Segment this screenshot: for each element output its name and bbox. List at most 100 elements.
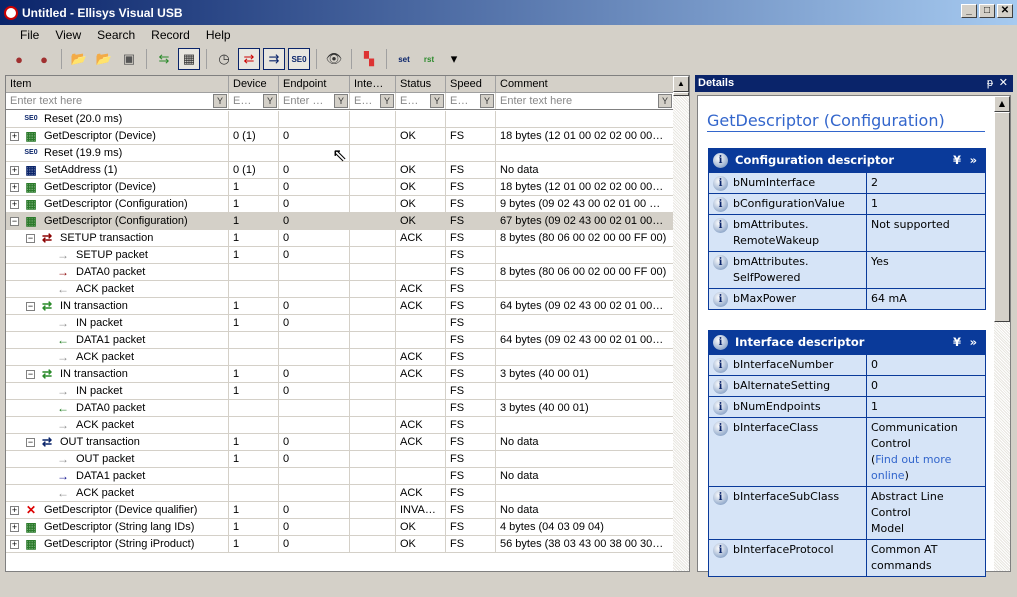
table-row[interactable]: − ▦ GetDescriptor (Configuration) 1 0 OK FS 67 …: [6, 213, 674, 230]
info-icon[interactable]: i: [713, 197, 728, 212]
set-button[interactable]: set: [393, 48, 415, 70]
table-row[interactable]: → DATA0 packet FS 8 bytes (80 06 00 02 00 0…: [6, 264, 674, 281]
table-row[interactable]: − ⇄ OUT transaction 1 0 ACK FS No data: [6, 434, 674, 451]
info-icon[interactable]: i: [713, 292, 728, 307]
back-forward-button[interactable]: ⇆: [153, 48, 175, 70]
table-row[interactable]: + ▦ GetDescriptor (Device) 0 (1) 0 OK FS 18 byt…: [6, 128, 674, 145]
filter-input-2[interactable]: Enter … Y: [279, 93, 350, 109]
transfer-button[interactable]: ⇄: [238, 48, 260, 70]
table-row[interactable]: + ▦ GetDescriptor (String iProduct) 1 0 OK FS 5…: [6, 536, 674, 553]
table-row[interactable]: SE0 Reset (20.0 ms): [6, 111, 674, 128]
menu-view[interactable]: View: [47, 26, 89, 44]
table-row[interactable]: + ✕ GetDescriptor (Device qualifier) 1 0 INVA…: [6, 502, 674, 519]
collapse-icon[interactable]: −: [10, 216, 19, 226]
close-button[interactable]: ✕: [997, 4, 1013, 18]
collapse-icon[interactable]: −: [26, 301, 35, 311]
info-icon[interactable]: i: [713, 543, 728, 558]
scroll-thumb[interactable]: [673, 92, 689, 96]
record-add-button[interactable]: ●: [33, 48, 55, 70]
table-row[interactable]: ← DATA0 packet FS 3 bytes (40 00 01): [6, 400, 674, 417]
table-row[interactable]: − ⇄ IN transaction 1 0 ACK FS 3 bytes (40 00 01…: [6, 366, 674, 383]
info-icon[interactable]: i: [713, 255, 728, 270]
table-row[interactable]: ← ACK packet ACK FS: [6, 281, 674, 298]
details-scroll-up[interactable]: ▲: [994, 96, 1010, 112]
split-button[interactable]: ⇉: [263, 48, 285, 70]
open-folder-button[interactable]: 📂: [68, 48, 90, 70]
close-panel-icon[interactable]: ✕: [999, 75, 1008, 92]
table-row[interactable]: → SETUP packet 1 0 FS: [6, 247, 674, 264]
seo-button[interactable]: SE0: [288, 48, 310, 70]
collapse-icon[interactable]: −: [26, 369, 35, 379]
collapse-icon[interactable]: −: [26, 233, 35, 243]
info-icon[interactable]: i: [713, 421, 728, 436]
expand-icon[interactable]: +: [10, 522, 19, 532]
menu-search[interactable]: Search: [89, 26, 143, 44]
column-header-2[interactable]: Endpoint: [279, 76, 350, 93]
expand-icon[interactable]: +: [10, 182, 19, 192]
maximize-button[interactable]: □: [979, 4, 995, 18]
table-row[interactable]: → OUT packet 1 0 FS: [6, 451, 674, 468]
reset-button[interactable]: rst: [418, 48, 440, 70]
column-header-4[interactable]: Status: [396, 76, 446, 93]
table-row[interactable]: → ACK packet ACK FS: [6, 417, 674, 434]
filter-input-3[interactable]: E… Y: [350, 93, 396, 109]
menu-help[interactable]: Help: [198, 26, 239, 44]
save-button[interactable]: ▣: [118, 48, 140, 70]
collapse-icon[interactable]: −: [26, 437, 35, 447]
filter-icon[interactable]: Y: [263, 94, 277, 108]
expand-icon[interactable]: »: [970, 331, 977, 354]
table-row[interactable]: → IN packet 1 0 FS: [6, 383, 674, 400]
expand-icon[interactable]: +: [10, 131, 19, 141]
binoculars-button[interactable]: 👁: [323, 48, 345, 70]
record-button[interactable]: ●: [8, 48, 30, 70]
scroll-up-button[interactable]: ▲: [673, 76, 689, 92]
timer-button[interactable]: ◷: [213, 48, 235, 70]
column-header-6[interactable]: Comment: [496, 76, 674, 93]
table-row[interactable]: ← DATA1 packet FS 64 bytes (09 02 43 00 02 …: [6, 332, 674, 349]
table-row[interactable]: − ⇄ IN transaction 1 0 ACK FS 64 bytes (09 02 4…: [6, 298, 674, 315]
filter-icon[interactable]: Y: [480, 94, 494, 108]
collapse-all-icon[interactable]: ¥: [953, 331, 961, 354]
column-header-5[interactable]: Speed: [446, 76, 496, 93]
table-row[interactable]: → IN packet 1 0 FS: [6, 315, 674, 332]
filter-icon[interactable]: Y: [380, 94, 394, 108]
info-icon[interactable]: i: [713, 218, 728, 233]
column-header-1[interactable]: Device: [229, 76, 279, 93]
column-header-3[interactable]: Inte…: [350, 76, 396, 93]
info-icon[interactable]: i: [713, 358, 728, 373]
table-row[interactable]: + ▦ GetDescriptor (Configuration) 1 0 OK FS 9 b…: [6, 196, 674, 213]
find-out-more-link[interactable]: Find out more online: [871, 453, 951, 482]
expand-icon[interactable]: »: [970, 149, 977, 172]
list-scrollbar[interactable]: ▲: [673, 76, 689, 571]
open-add-button[interactable]: 📂: [93, 48, 115, 70]
menu-record[interactable]: Record: [143, 26, 198, 44]
table-row[interactable]: + ▦ GetDescriptor (String lang IDs) 1 0 OK FS 4…: [6, 519, 674, 536]
info-icon[interactable]: i: [713, 176, 728, 191]
expand-icon[interactable]: +: [10, 165, 19, 175]
collapse-all-icon[interactable]: ¥: [953, 149, 961, 172]
column-header-0[interactable]: Item: [6, 76, 229, 93]
expand-icon[interactable]: +: [10, 539, 19, 549]
filter-input-6[interactable]: Enter text here Y: [496, 93, 674, 109]
table-row[interactable]: + ▦ GetDescriptor (Device) 1 0 OK FS 18 bytes (…: [6, 179, 674, 196]
details-item-title[interactable]: GetDescriptor (Configuration): [707, 111, 985, 132]
expand-icon[interactable]: +: [10, 199, 19, 209]
table-row[interactable]: − ⇄ SETUP transaction 1 0 ACK FS 8 bytes (80 06…: [6, 230, 674, 247]
filter-icon[interactable]: Y: [658, 94, 672, 108]
filter-input-5[interactable]: E… Y: [446, 93, 496, 109]
filter-icon[interactable]: Y: [430, 94, 444, 108]
colors-button[interactable]: ▚: [358, 48, 380, 70]
filter-icon[interactable]: Y: [334, 94, 348, 108]
dropdown-button[interactable]: ▾: [443, 48, 465, 70]
info-icon[interactable]: i: [713, 379, 728, 394]
filter-input-1[interactable]: E… Y: [229, 93, 279, 109]
pin-icon[interactable]: ᵽ: [987, 75, 993, 92]
info-icon[interactable]: i: [713, 490, 728, 505]
details-scroll-thumb[interactable]: [994, 112, 1010, 322]
filter-input-0[interactable]: Enter text here Y: [6, 93, 229, 109]
details-scrollbar[interactable]: ▲: [994, 96, 1010, 571]
expand-icon[interactable]: +: [10, 505, 19, 515]
info-icon[interactable]: i: [713, 400, 728, 415]
minimize-button[interactable]: _: [961, 4, 977, 18]
table-row[interactable]: ← ACK packet ACK FS: [6, 485, 674, 502]
